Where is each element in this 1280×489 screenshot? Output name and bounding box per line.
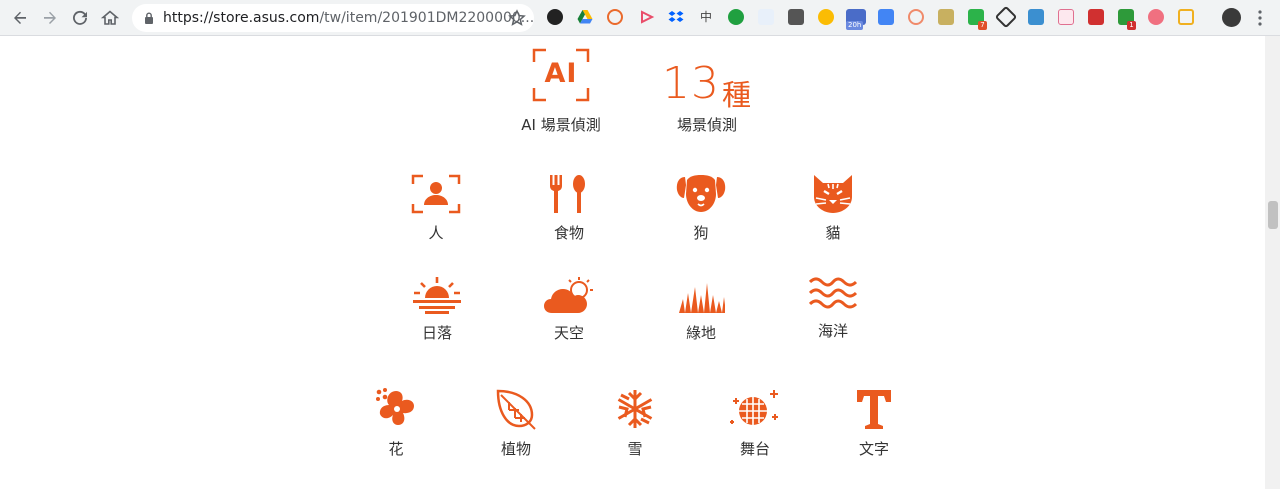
arrow-left-icon	[14, 11, 26, 24]
extension-icon-13[interactable]	[908, 9, 924, 25]
scene-item-text: 文字	[824, 388, 924, 459]
dog-icon	[676, 175, 726, 212]
scene-detection-label: 場景偵測	[676, 116, 737, 134]
bookmark-star-icon[interactable]	[508, 9, 526, 27]
scene-label: 人	[428, 224, 444, 242]
portrait-icon	[411, 174, 461, 214]
extension-icon-7[interactable]	[728, 9, 744, 25]
waves-icon	[809, 277, 857, 309]
home-button[interactable]	[98, 6, 122, 30]
scene-item-food: 食物	[519, 174, 619, 243]
google-drive-icon[interactable]	[577, 9, 593, 25]
extension-icon-19[interactable]	[1088, 9, 1104, 25]
page-scrollbar[interactable]	[1265, 36, 1280, 489]
scene-label: 海洋	[817, 322, 848, 340]
extension-badge-1: 1	[1127, 21, 1136, 30]
scene-item-flower: 花	[346, 388, 446, 459]
cat-icon	[814, 175, 852, 213]
scene-item-ocean: 海洋	[783, 276, 883, 341]
scrollbar-thumb[interactable]	[1268, 201, 1278, 229]
extension-icon-9[interactable]	[788, 9, 804, 25]
extension-icon-4[interactable]	[639, 9, 655, 25]
scene-count-number: 13	[662, 58, 720, 109]
profile-avatar[interactable]	[1222, 8, 1241, 27]
extension-icon-16[interactable]	[994, 5, 1018, 29]
scene-label: 文字	[858, 440, 889, 458]
extension-icon-3[interactable]	[607, 9, 623, 25]
scene-label: 日落	[421, 324, 452, 342]
extension-icon-17[interactable]	[1028, 9, 1044, 25]
scene-label: 綠地	[685, 324, 716, 342]
extension-icon-1[interactable]	[547, 9, 563, 25]
snowflake-icon	[617, 390, 653, 428]
extension-badge-20h: 20h	[846, 21, 864, 30]
extension-icon-8[interactable]	[758, 9, 774, 25]
fork-spoon-icon	[550, 175, 585, 213]
scene-item-dog: 狗	[651, 174, 751, 243]
lock-icon	[145, 12, 153, 24]
extension-icon-18[interactable]	[1058, 9, 1074, 25]
scene-item-sky: 天空	[519, 276, 619, 343]
scene-item-sunset: 日落	[387, 276, 487, 343]
ai-badge-text: AI	[544, 58, 578, 89]
ai-badge: AI	[532, 48, 590, 102]
extension-icon-14[interactable]	[938, 9, 954, 25]
scene-label: 天空	[553, 324, 584, 342]
forward-button[interactable]	[38, 6, 62, 30]
scene-item-person: 人	[386, 174, 486, 243]
reload-button[interactable]	[68, 6, 92, 30]
scene-item-plant: 植物	[466, 388, 566, 459]
extension-badge-7: 7	[978, 21, 987, 30]
ai-detection-label: AI 場景偵測	[521, 116, 601, 134]
stage-globe-icon	[730, 390, 778, 425]
dropbox-icon[interactable]	[668, 9, 684, 25]
chinese-input-icon[interactable]: 中	[698, 9, 714, 25]
leaf-icon	[496, 389, 536, 430]
scene-label: 花	[388, 440, 404, 458]
extension-icon-22[interactable]	[1178, 9, 1194, 25]
scene-count: 13 種	[660, 58, 760, 112]
sky-cloud-icon	[544, 277, 593, 313]
scene-item-cat: 貓	[783, 174, 883, 243]
scene-label: 舞台	[739, 440, 770, 458]
arrow-right-icon	[44, 11, 56, 24]
browser-toolbar: https://store.asus.com/tw/item/201901DM2…	[0, 0, 1280, 36]
flower-icon	[376, 388, 414, 425]
scene-label: 植物	[500, 440, 531, 458]
sunset-icon	[413, 277, 461, 314]
scene-item-snow: 雪	[585, 388, 685, 459]
scene-item-stage: 舞台	[705, 388, 805, 459]
scene-label: 狗	[693, 224, 709, 242]
page-content: AI AI 場景偵測 13 種 場景偵測 人 食物 狗 貓 日落 天空 綠地 海…	[0, 36, 1265, 489]
scene-item-grassland: 綠地	[651, 276, 751, 343]
url-text: https://store.asus.com/tw/item/201901DM2…	[163, 10, 535, 26]
extension-icon-10[interactable]	[818, 9, 834, 25]
extension-icon-21[interactable]	[1148, 9, 1164, 25]
reload-icon	[73, 10, 87, 25]
home-icon	[101, 10, 119, 25]
menu-kebab-icon[interactable]	[1254, 9, 1266, 27]
google-translate-icon[interactable]	[878, 9, 894, 25]
grass-icon	[679, 283, 725, 313]
address-bar[interactable]: https://store.asus.com/tw/item/201901DM2…	[132, 4, 534, 32]
scene-count-unit: 種	[722, 78, 752, 112]
scene-label: 雪	[627, 440, 643, 458]
text-t-icon	[857, 390, 891, 429]
scene-label: 食物	[553, 224, 584, 242]
back-button[interactable]	[8, 6, 32, 30]
scene-label: 貓	[825, 224, 841, 242]
